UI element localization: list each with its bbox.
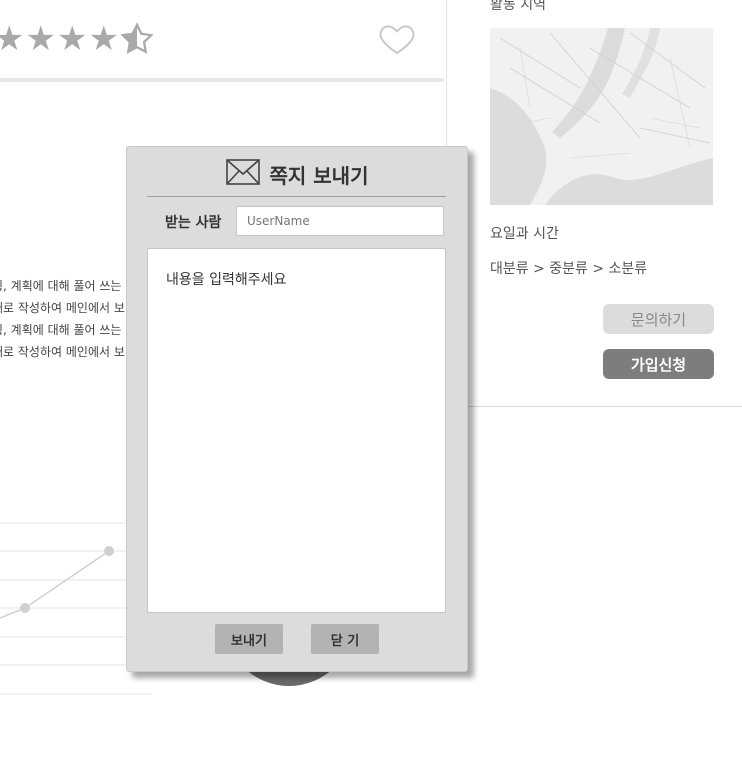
description-text: 링, 계획에 대해 풀어 쓰는 대로 작성하여 메인에서 보 링, 계획에 대해… xyxy=(0,275,125,363)
data-point xyxy=(104,546,114,556)
half-star-icon xyxy=(120,22,154,62)
dialog-title: 쪽지 보내기 xyxy=(269,163,369,188)
activity-area-map[interactable] xyxy=(490,28,713,205)
favorite-heart-icon[interactable] xyxy=(377,18,417,58)
star-icon: ★ xyxy=(0,19,25,59)
join-request-button[interactable]: 가입신청 xyxy=(603,349,714,379)
star-icon: ★ xyxy=(25,19,56,59)
recipient-label: 받는 사람 xyxy=(165,215,222,231)
activity-area-title: 활동 지역 xyxy=(490,0,546,13)
description-line: 대로 작성하여 메인에서 보 xyxy=(0,345,125,359)
rating-stars: ★ ★ ★ ★ xyxy=(0,22,154,62)
dialog-title-divider xyxy=(147,196,446,197)
star-icon: ★ xyxy=(88,19,119,59)
star-icon: ★ xyxy=(56,19,88,59)
description-line: 링, 계획에 대해 풀어 쓰는 xyxy=(0,323,122,337)
section-divider xyxy=(0,78,444,82)
panel-divider xyxy=(466,406,742,407)
description-line: 대로 작성하여 메인에서 보 xyxy=(0,301,125,315)
description-line: 링, 계획에 대해 풀어 쓰는 xyxy=(0,279,122,293)
dialog-header: 쪽지 보내기 xyxy=(127,159,467,189)
inquiry-button[interactable]: 문의하기 xyxy=(603,304,714,334)
send-button[interactable]: 보내기 xyxy=(215,624,283,654)
schedule-label: 요일과 시간 xyxy=(490,226,559,242)
close-button[interactable]: 닫 기 xyxy=(311,624,379,654)
send-message-dialog: 쪽지 보내기 받는 사람 보내기 닫 기 xyxy=(126,146,468,672)
mail-envelope-icon xyxy=(225,159,260,189)
message-body-input[interactable] xyxy=(147,248,446,613)
category-breadcrumb: 대분류 > 중분류 > 소분류 xyxy=(490,261,648,277)
data-point xyxy=(20,603,30,613)
recipient-input[interactable] xyxy=(236,206,444,236)
